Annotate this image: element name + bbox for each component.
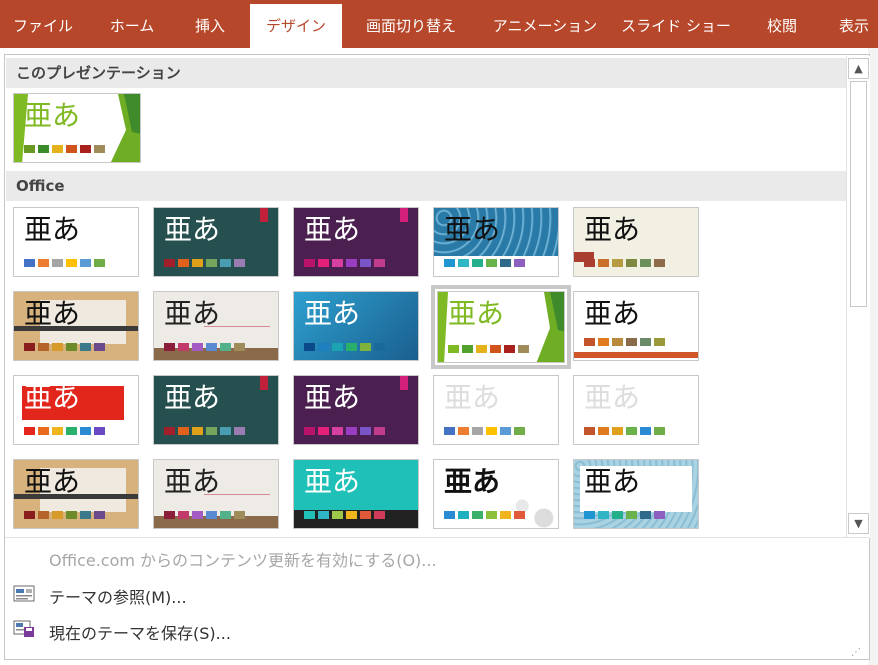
theme-thumb-light-2[interactable]: 亜あ	[573, 375, 699, 445]
theme-thumb-integral[interactable]: 亜あ	[573, 291, 699, 361]
tab-design[interactable]: デザイン	[250, 4, 342, 48]
theme-gallery-dropdown: このプレゼンテーション 亜あ Office 亜あ 亜あ 亜あ 亜あ 亜あ 亜あ …	[4, 54, 870, 660]
accent-tag	[260, 208, 268, 222]
save-theme-icon	[13, 620, 34, 637]
theme-sample-text: 亜あ	[444, 213, 501, 246]
enable-content-updates-menu-item: Office.com からのコンテンツ更新を有効にする(O)...	[49, 551, 437, 570]
theme-color-swatches	[304, 259, 388, 267]
theme-sample-text: 亜あ	[444, 381, 501, 414]
theme-sample-text: 亜あ	[164, 381, 221, 414]
theme-color-swatches	[304, 427, 388, 435]
theme-sample-text: 亜あ	[304, 297, 361, 330]
theme-color-swatches	[584, 511, 668, 519]
theme-sample-text: 亜あ	[584, 465, 641, 498]
theme-color-swatches	[164, 259, 248, 267]
theme-sample-text: 亜あ	[24, 381, 81, 414]
theme-sample-text: 亜あ	[164, 465, 221, 498]
theme-thumb-purple[interactable]: 亜あ	[293, 207, 419, 277]
theme-sample-text: 亜あ	[304, 381, 361, 414]
theme-color-swatches	[304, 511, 388, 519]
tab-review[interactable]: 校閲	[750, 4, 814, 48]
scroll-down-button[interactable]: ▼	[848, 513, 869, 534]
tab-insert[interactable]: 挿入	[178, 4, 242, 48]
theme-color-swatches	[448, 345, 532, 353]
theme-color-swatches	[164, 427, 248, 435]
theme-thumb-purple-2[interactable]: 亜あ	[293, 375, 419, 445]
theme-sample-text: 亜あ	[304, 213, 361, 246]
theme-color-swatches	[584, 259, 668, 267]
theme-sample-text: 亜あ	[24, 213, 81, 246]
theme-color-swatches	[164, 511, 248, 519]
resize-grip-icon[interactable]: ⋰	[851, 647, 861, 658]
scrollbar-thumb[interactable]	[850, 81, 867, 307]
theme-color-swatches	[24, 511, 108, 519]
theme-color-swatches	[24, 343, 108, 351]
theme-thumb-office[interactable]: 亜あ	[13, 207, 139, 277]
theme-color-swatches	[24, 259, 108, 267]
theme-sample-text: 亜あ	[164, 297, 221, 330]
tab-slideshow[interactable]: スライド ショー	[614, 4, 738, 48]
section-header-this-presentation: このプレゼンテーション	[6, 58, 846, 88]
tab-home[interactable]: ホーム	[92, 4, 172, 48]
theme-thumb-dark-teal[interactable]: 亜あ	[153, 207, 279, 277]
theme-thumb-ion[interactable]: 亜あ	[293, 291, 419, 361]
tab-transitions[interactable]: 画面切り替え	[348, 4, 474, 48]
theme-color-swatches	[444, 511, 528, 519]
save-current-theme-menu-item[interactable]: 現在のテーマを保存(S)...	[49, 620, 231, 644]
bubble-graphic	[506, 490, 558, 528]
theme-sample-text: 亜あ	[24, 297, 81, 330]
theme-sample-text: 亜あ	[584, 213, 641, 246]
accent-tag	[400, 208, 408, 222]
ribbon-tab-bar: ファイル ホーム 挿入 デザイン 画面切り替え アニメーション スライド ショー…	[0, 0, 878, 48]
theme-color-swatches	[584, 338, 668, 346]
theme-color-swatches	[584, 427, 668, 435]
scroll-up-button[interactable]: ▲	[848, 58, 869, 79]
theme-thumb-bubbles[interactable]: 亜あ	[433, 459, 559, 529]
theme-thumb-paper-2[interactable]: 亜あ	[153, 459, 279, 529]
theme-thumb-retrospect[interactable]: 亜あ	[573, 207, 699, 277]
theme-thumb-teal-band[interactable]: 亜あ	[293, 459, 419, 529]
theme-color-swatches	[444, 427, 528, 435]
theme-color-swatches	[164, 343, 248, 351]
accent-tag	[260, 376, 268, 390]
tab-animations[interactable]: アニメーション	[484, 4, 606, 48]
theme-color-swatches	[24, 145, 108, 153]
theme-thumb-red-banner[interactable]: 亜あ	[13, 375, 139, 445]
accent-tag	[400, 376, 408, 390]
tab-view[interactable]: 表示	[824, 4, 878, 48]
section-header-office: Office	[6, 171, 846, 201]
browse-themes-icon	[13, 585, 35, 602]
theme-sample-text: 亜あ	[584, 381, 641, 414]
theme-thumb-light-1[interactable]: 亜あ	[433, 375, 559, 445]
theme-sample-text: 亜あ	[24, 99, 81, 132]
theme-thumb-wood-2[interactable]: 亜あ	[13, 459, 139, 529]
theme-color-swatches	[24, 427, 108, 435]
theme-thumb-dark-teal-2[interactable]: 亜あ	[153, 375, 279, 445]
theme-color-swatches	[444, 259, 528, 267]
theme-sample-text: 亜あ	[444, 465, 501, 498]
theme-sample-text: 亜あ	[164, 213, 221, 246]
browse-themes-menu-item[interactable]: テーマの参照(M)...	[49, 584, 187, 608]
menu-divider	[5, 537, 869, 538]
theme-thumb-current[interactable]: 亜あ	[13, 93, 141, 163]
theme-thumb-wood[interactable]: 亜あ	[13, 291, 139, 361]
theme-thumb-paper[interactable]: 亜あ	[153, 291, 279, 361]
theme-sample-text: 亜あ	[584, 297, 641, 330]
theme-thumb-facet[interactable]: 亜あ	[437, 291, 565, 363]
tab-file[interactable]: ファイル	[0, 4, 86, 48]
theme-thumb-blue-floral[interactable]: 亜あ	[573, 459, 699, 529]
theme-color-swatches	[304, 343, 388, 351]
theme-thumb-blue-pattern[interactable]: 亜あ	[433, 207, 559, 277]
theme-sample-text: 亜あ	[304, 465, 361, 498]
theme-sample-text: 亜あ	[448, 297, 505, 330]
footer-band	[574, 352, 698, 358]
theme-sample-text: 亜あ	[24, 465, 81, 498]
